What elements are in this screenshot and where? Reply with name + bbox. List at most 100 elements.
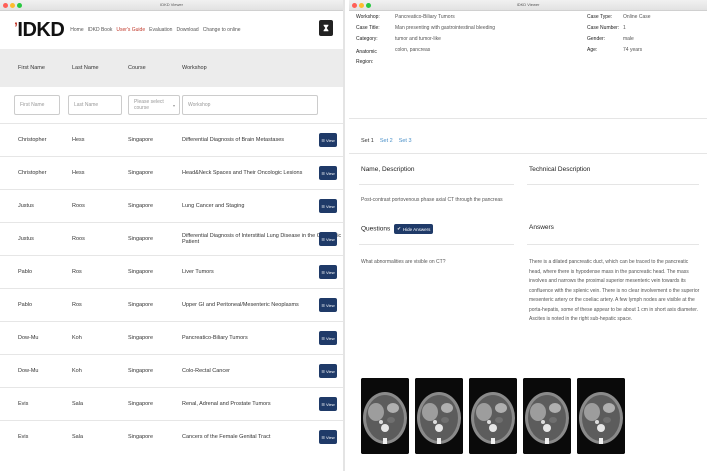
table-row: Justus Roos Singapore Lung Cancer and Stagi… [0, 189, 343, 222]
header-last-name[interactable]: Last Name [72, 65, 99, 71]
brand-logo[interactable]: ’IDKD [14, 20, 65, 40]
name-description-heading: Name, Description [361, 166, 415, 173]
first-name-cell: Christopher [18, 137, 47, 143]
hourglass-button[interactable] [319, 20, 333, 36]
title-bar: IDKD Viewer [0, 0, 343, 11]
ct-scan-image [361, 378, 409, 454]
lecturer-table-body: Christopher Hess Singapore Differential Dia… [0, 123, 343, 453]
nav-change-to-online[interactable]: Change to online [203, 27, 241, 33]
workshop-cell: Cancers of the Female Genital Tract [182, 434, 271, 440]
gender-label: Gender: [587, 36, 606, 42]
last-name-cell: Roos [72, 203, 85, 209]
view-button[interactable]: ☰ View [319, 430, 337, 444]
table-row: Pablo Ros Singapore Liver Tumors ☰ View [0, 255, 343, 288]
nav-download[interactable]: Download [176, 27, 198, 33]
case-number-value: 1 [623, 25, 626, 31]
ct-image-thumbnail[interactable] [577, 378, 625, 454]
case-number-label: Case Number: [587, 25, 620, 31]
table-row: Dow-Mu Koh Singapore Colo-Rectal Cancer ☰ Vie… [0, 354, 343, 387]
header-course[interactable]: Course [128, 65, 146, 71]
ct-image-thumbnail[interactable] [361, 378, 409, 454]
list-icon: ☰ [321, 401, 325, 407]
view-button-label: View [325, 401, 335, 407]
table-row: Dow-Mu Koh Singapore Pancreatico-Biliary Tu… [0, 321, 343, 354]
ct-image-thumbnail[interactable] [523, 378, 571, 454]
view-button[interactable]: ☰ View [319, 199, 337, 213]
divider [349, 153, 707, 154]
hide-answers-button[interactable]: ✔ Hide Answers [394, 224, 434, 234]
list-icon: ☰ [321, 368, 325, 374]
list-icon: ☰ [321, 434, 325, 440]
first-name-cell: Dow-Mu [18, 335, 39, 341]
view-button[interactable]: ☰ View [319, 232, 337, 246]
table-row: Christopher Hess Singapore Differential Dia… [0, 123, 343, 156]
divider [359, 184, 514, 185]
workshop-filter-input[interactable]: Workshop [182, 95, 318, 115]
ct-image-thumbnail[interactable] [415, 378, 463, 454]
workshop-cell: Head&Neck Spaces and Their Oncologic Les… [182, 170, 303, 176]
view-button[interactable]: ☰ View [319, 166, 337, 180]
header-first-name[interactable]: First Name [18, 65, 45, 71]
anatomic-region-label: Anatomic Region: [356, 49, 377, 65]
view-button[interactable]: ☰ View [319, 133, 337, 147]
workshop-label: Workshop: [356, 14, 380, 20]
list-icon: ☰ [321, 269, 325, 275]
first-name-cell: Dow-Mu [18, 368, 39, 374]
check-icon: ✔ [397, 226, 401, 231]
workshop-cell: Pancreatico-Biliary Tumors [182, 335, 248, 341]
view-button[interactable]: ☰ View [319, 265, 337, 279]
ct-scan-image [523, 378, 571, 454]
course-cell: Singapore [128, 401, 154, 407]
nav-idkd-book[interactable]: IDKD Book [88, 27, 113, 33]
anatomic-region-value: colon, pancreas [395, 47, 431, 53]
first-name-cell: Evis [18, 401, 29, 407]
table-row: Justus Roos Singapore Differential Diagnosi… [0, 222, 343, 255]
list-icon: ☰ [321, 302, 325, 308]
first-name-cell: Christopher [18, 170, 47, 176]
divider [359, 244, 514, 245]
nav-home[interactable]: Home [70, 27, 83, 33]
last-name-cell: Roos [72, 236, 85, 242]
nav-users-guide[interactable]: User's Guide [116, 27, 145, 33]
hide-answers-label: Hide Answers [402, 226, 431, 232]
first-name-cell: Pablo [18, 269, 33, 275]
divider [527, 184, 699, 185]
last-name-filter-input[interactable]: Last Name [68, 95, 122, 115]
view-button-label: View [325, 203, 335, 209]
view-button[interactable]: ☰ View [319, 397, 337, 411]
last-name-filter-placeholder: Last Name [74, 102, 99, 108]
tab-set-1[interactable]: Set 1 [361, 138, 374, 144]
first-name-filter-input[interactable]: First Name [14, 95, 60, 115]
view-button-label: View [325, 137, 335, 143]
header-workshop[interactable]: Workshop [182, 65, 207, 71]
tab-set-3[interactable]: Set 3 [399, 138, 412, 144]
view-button[interactable]: ☰ View [319, 364, 337, 378]
nav-evaluation[interactable]: Evaluation [149, 27, 172, 33]
view-button-label: View [325, 170, 335, 176]
navbar: ’IDKD Home IDKD Book User's Guide Evalua… [0, 11, 343, 49]
divider [527, 244, 699, 245]
last-name-cell: Hess [72, 170, 85, 176]
list-icon: ☰ [321, 236, 325, 242]
window-title: IDKD Viewer [160, 2, 183, 7]
list-icon: ☰ [321, 335, 325, 341]
last-name-cell: Koh [72, 335, 82, 341]
tab-set-2[interactable]: Set 2 [380, 138, 393, 144]
first-name-cell: Evis [18, 434, 29, 440]
ct-scan-image [577, 378, 625, 454]
answers-heading: Answers [529, 224, 554, 231]
view-button[interactable]: ☰ View [319, 331, 337, 345]
chevron-down-icon: ▾ [172, 102, 175, 108]
ct-image-thumbnail[interactable] [469, 378, 517, 454]
age-label: Age: [587, 47, 598, 53]
list-icon: ☰ [321, 137, 325, 143]
list-icon: ☰ [321, 170, 325, 176]
description-text: Post-contrast portovenous phase axial CT… [361, 197, 503, 203]
course-cell: Singapore [128, 203, 154, 209]
view-button-label: View [325, 236, 335, 242]
course-select[interactable]: Please select course ▾ [128, 95, 180, 115]
view-button[interactable]: ☰ View [319, 298, 337, 312]
title-bar: IDKD Viewer [349, 0, 707, 11]
workshop-cell: Upper GI and Peritoneal/Mesenteric Neopl… [182, 302, 299, 308]
last-name-cell: Sala [72, 434, 84, 440]
